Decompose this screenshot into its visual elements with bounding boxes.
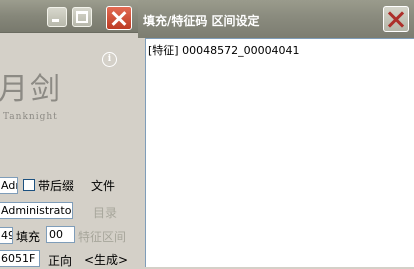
hex-input[interactable]: 6051F	[0, 250, 40, 267]
info-icon[interactable]: i	[102, 52, 117, 67]
generate-button[interactable]: <生成>	[84, 251, 128, 268]
x-glyph	[384, 7, 408, 31]
main-window-titlebar[interactable]	[0, 0, 138, 33]
user-input[interactable]: Administrator	[0, 202, 73, 219]
suffix-checkbox[interactable]	[23, 179, 35, 191]
x-glyph	[107, 7, 131, 29]
app-subtitle: Tanknight	[3, 112, 58, 122]
offset-input[interactable]: 49	[0, 227, 13, 244]
window-title: 填充/特征码 区间设定	[143, 14, 260, 28]
range-settings-window: 填充/特征码 区间设定 [特征] 00048572_00004041	[138, 0, 414, 267]
main-window: i 月剑 Tanknight Adm 带后缀 文件 Administrator …	[0, 0, 138, 269]
minimize-icon[interactable]	[47, 7, 67, 27]
forward-option[interactable]: 正向	[48, 252, 72, 269]
fill-label: 填充	[16, 230, 41, 244]
fill-input[interactable]: 00	[46, 226, 75, 243]
directory-button[interactable]: 目录	[93, 204, 117, 221]
file-button[interactable]: 文件	[91, 177, 115, 194]
range-settings-titlebar[interactable]: 填充/特征码 区间设定	[138, 0, 414, 38]
range-text-area[interactable]: [特征] 00048572_00004041	[145, 38, 414, 267]
feature-range-button[interactable]: 特征区间	[78, 228, 126, 245]
name-input[interactable]: Adm	[0, 177, 18, 194]
close-icon[interactable]	[383, 6, 409, 32]
maximize-icon[interactable]	[72, 7, 92, 27]
close-icon[interactable]	[106, 6, 132, 30]
app-title: 月剑	[0, 72, 62, 107]
suffix-label: 带后缀	[38, 179, 75, 193]
